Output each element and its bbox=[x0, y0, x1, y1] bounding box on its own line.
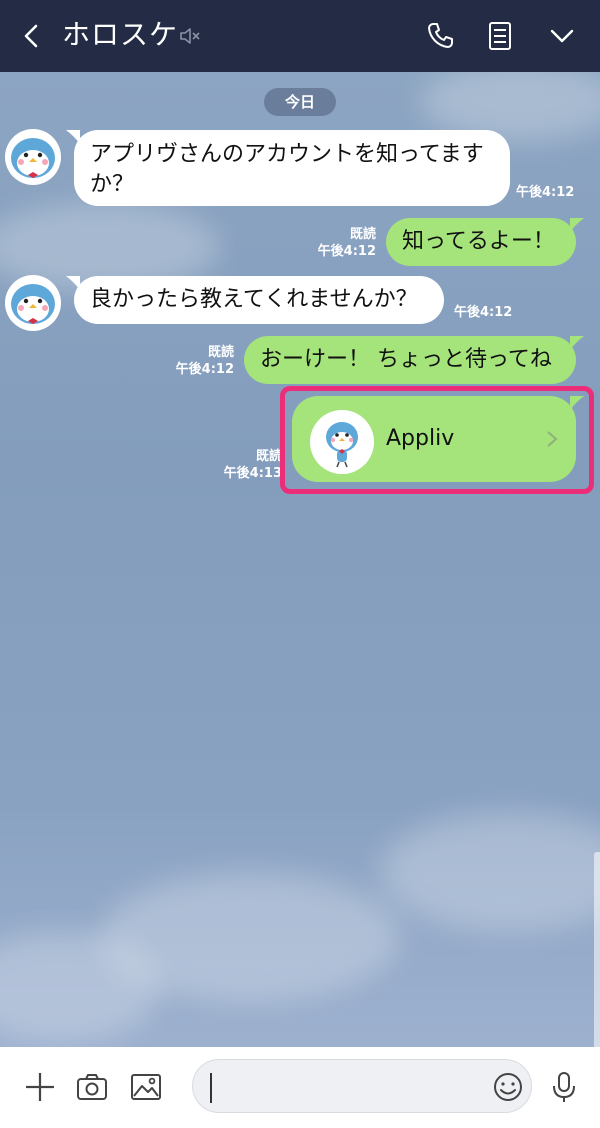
message-time: 午後4:12 bbox=[454, 305, 513, 320]
date-divider: 今日 bbox=[264, 88, 336, 116]
note-icon[interactable] bbox=[482, 18, 518, 54]
image-icon[interactable] bbox=[128, 1069, 164, 1105]
contact-avatar[interactable] bbox=[4, 274, 62, 332]
microphone-icon[interactable] bbox=[546, 1069, 582, 1105]
message-text: アプリヴさんのアカウントを知ってますか？ bbox=[90, 142, 484, 197]
message-text: 知ってるよー！ bbox=[402, 229, 555, 254]
message-bubble-outgoing[interactable]: 知ってるよー！ bbox=[386, 218, 584, 266]
text-cursor bbox=[210, 1073, 212, 1103]
message-composer bbox=[0, 1047, 600, 1128]
message-input[interactable] bbox=[192, 1059, 532, 1113]
phone-icon[interactable] bbox=[422, 18, 458, 54]
message-bubble-incoming[interactable]: アプリヴさんのアカウントを知ってますか？ bbox=[66, 130, 510, 206]
read-receipt: 既読 bbox=[207, 345, 234, 360]
message-text: 良かったら教えてくれませんか？ bbox=[90, 287, 418, 312]
chat-header: ホロスケ bbox=[0, 0, 600, 72]
plus-icon[interactable] bbox=[22, 1069, 58, 1105]
cloud-decoration bbox=[380, 812, 600, 932]
camera-icon[interactable] bbox=[74, 1069, 110, 1105]
scrollbar[interactable] bbox=[594, 852, 600, 1052]
message-time: 午後4:12 bbox=[175, 362, 234, 377]
speaker-muted-icon bbox=[180, 28, 200, 44]
message-bubble-incoming[interactable]: 良かったら教えてくれませんか？ bbox=[66, 276, 444, 324]
message-time: 午後4:13 bbox=[223, 466, 282, 481]
message-time: 午後4:12 bbox=[516, 185, 575, 200]
chevron-down-icon[interactable] bbox=[544, 18, 580, 54]
message-text: おーけー！ ちょっと待ってね bbox=[260, 347, 552, 372]
message-bubble-outgoing[interactable]: おーけー！ ちょっと待ってね bbox=[244, 336, 584, 384]
read-receipt: 既読 bbox=[255, 449, 282, 464]
smiley-icon[interactable] bbox=[490, 1069, 526, 1105]
chevron-left-icon[interactable] bbox=[14, 18, 50, 54]
chat-title[interactable]: ホロスケ bbox=[62, 17, 178, 53]
chat-area[interactable]: 今日 アプリヴさんのアカウントを知ってますか？ 午後4:12 既読 午後4:12… bbox=[0, 72, 600, 1047]
message-time: 午後4:12 bbox=[317, 244, 376, 259]
read-receipt: 既読 bbox=[349, 227, 376, 242]
highlight-frame bbox=[280, 386, 594, 494]
contact-avatar[interactable] bbox=[4, 128, 62, 186]
